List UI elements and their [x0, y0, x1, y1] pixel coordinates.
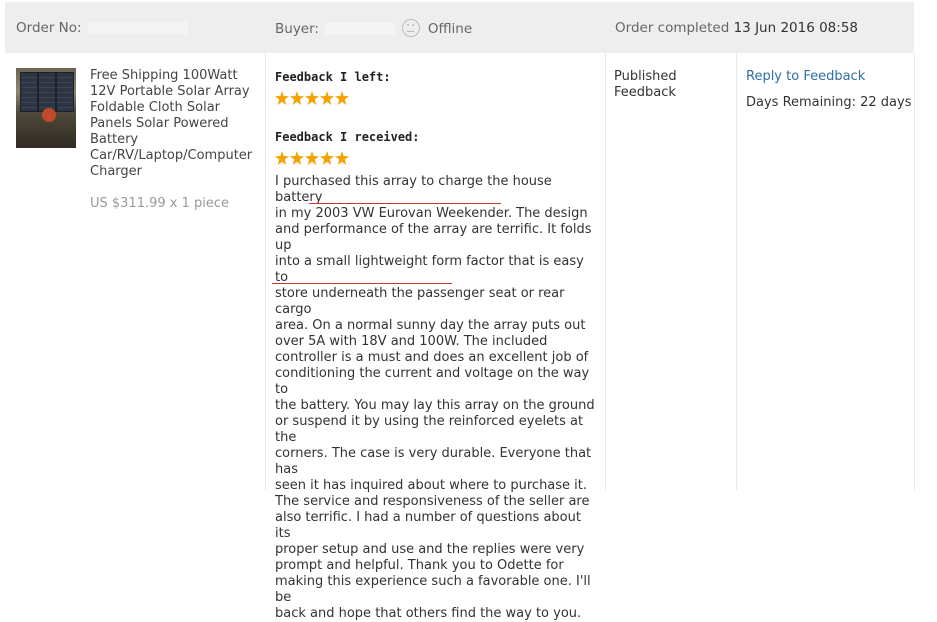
order-number: Order No: — [16, 20, 188, 36]
order-header: Order No: Buyer: Offline Order completed… — [5, 2, 914, 53]
order-completed-label: Order completed — [615, 20, 730, 36]
review-text: I purchased this array to charge the hou… — [275, 174, 595, 621]
feedback-left-stars — [275, 91, 349, 105]
buyer-label: Buyer: — [275, 21, 319, 37]
buyer-name-redacted[interactable] — [325, 23, 396, 35]
feedback-status: Published Feedback — [614, 69, 677, 101]
order-number-redacted — [87, 22, 188, 34]
solar-panel-shape — [56, 72, 74, 112]
column-divider — [265, 53, 266, 490]
star-icon — [275, 91, 289, 105]
feedback-received-label: Feedback I received: — [275, 130, 420, 144]
star-icon — [290, 91, 304, 105]
column-divider — [605, 53, 606, 490]
product-price: US $311.99 x 1 piece — [90, 196, 230, 211]
buyer-info: Buyer: Offline — [275, 19, 473, 38]
reply-to-feedback-link[interactable]: Reply to Feedback — [746, 69, 865, 84]
buyer-status: Offline — [427, 21, 473, 37]
star-icon — [335, 151, 349, 165]
star-icon — [290, 151, 304, 165]
order-completed: Order completed 13 Jun 2016 08:58 — [615, 20, 858, 36]
star-icon — [275, 151, 289, 165]
flower-shape — [42, 108, 56, 122]
days-remaining: Days Remaining: 22 days — [746, 95, 912, 110]
annotation-underline — [309, 203, 501, 204]
annotation-underline — [272, 283, 452, 284]
order-completed-date: 13 Jun 2016 08:58 — [733, 20, 859, 36]
solar-panel-shape — [20, 72, 38, 112]
solar-panel-shape — [38, 72, 56, 112]
chat-status-icon[interactable] — [401, 19, 420, 37]
feedback-left-label: Feedback I left: — [275, 70, 391, 84]
star-icon — [335, 91, 349, 105]
product-title-link[interactable]: Free Shipping 100Watt 12V Portable Solar… — [90, 68, 260, 180]
feedback-received-stars — [275, 151, 349, 165]
product-thumbnail[interactable] — [16, 68, 76, 148]
column-divider — [914, 53, 915, 490]
feedback-status-line2: Feedback — [614, 85, 676, 100]
star-icon — [320, 151, 334, 165]
star-icon — [305, 151, 319, 165]
star-icon — [305, 91, 319, 105]
column-divider — [736, 53, 737, 490]
star-icon — [320, 91, 334, 105]
order-number-label: Order No: — [16, 20, 82, 36]
feedback-status-line1: Published — [614, 69, 677, 84]
